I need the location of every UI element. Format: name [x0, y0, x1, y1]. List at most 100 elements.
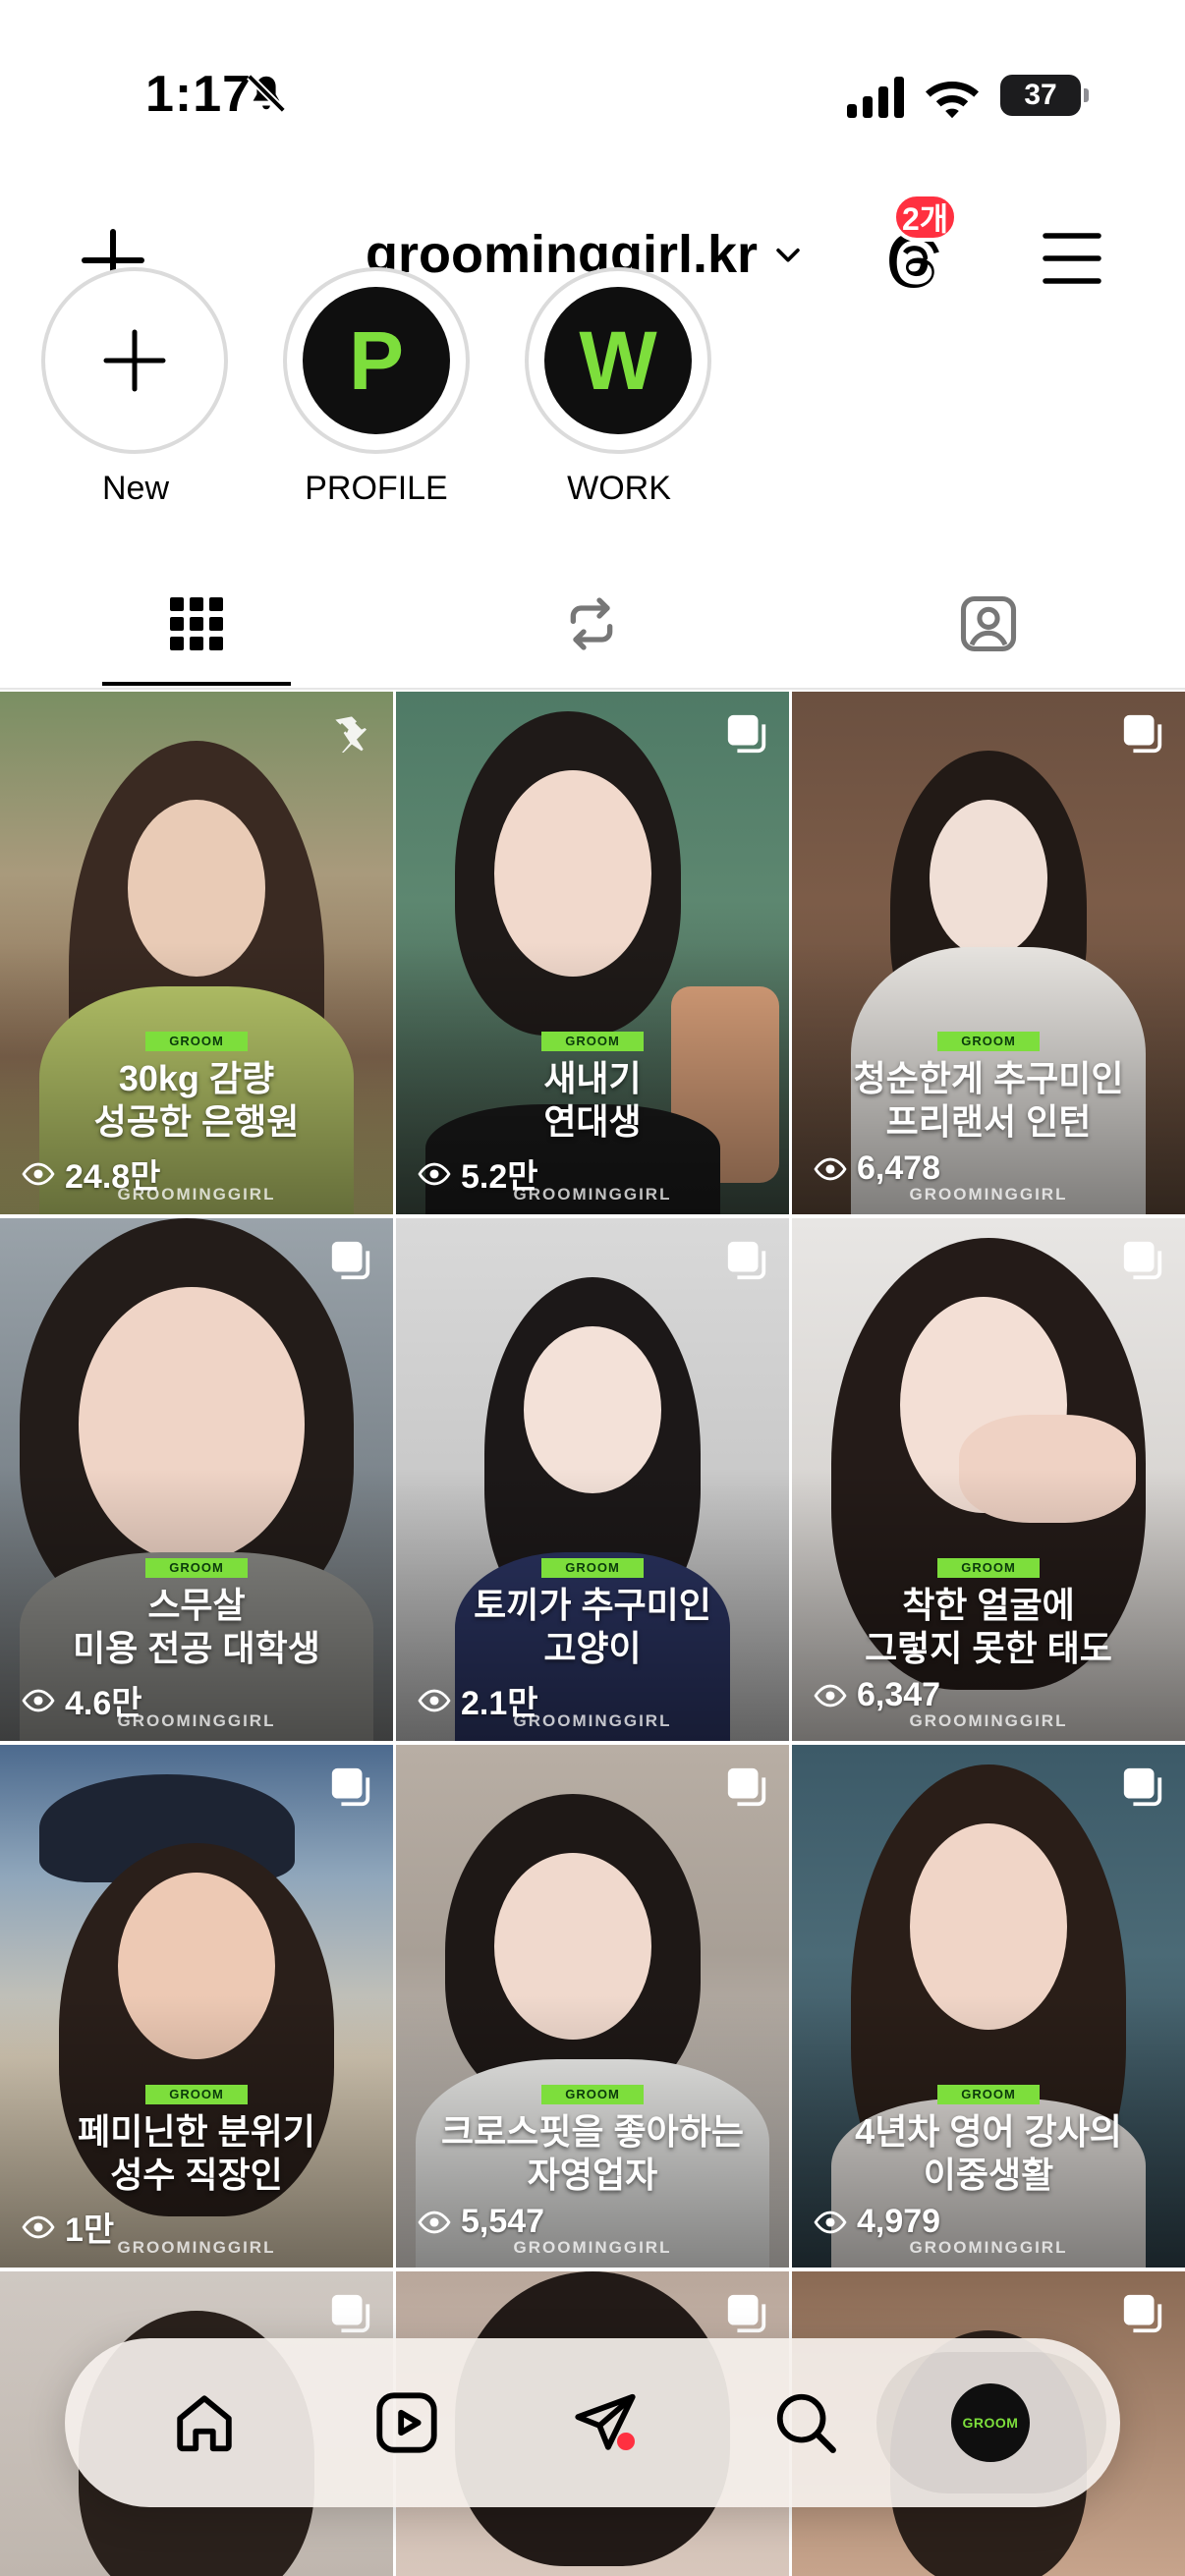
- view-count: 6,478: [814, 1149, 940, 1188]
- threads-notification-badge: 2개: [892, 193, 959, 242]
- view-count: 5,547: [418, 2203, 544, 2241]
- post-caption: 페미닌한 분위기 성수 직장인: [0, 2110, 393, 2197]
- caption-line: 연대생: [543, 1101, 642, 1142]
- carousel-icon: [727, 1241, 766, 1280]
- post-tile[interactable]: GROOM 착한 얼굴에 그렇지 못한 태도 6,347 GROOMINGGIRL: [792, 1218, 1185, 1741]
- eye-icon: [418, 2211, 451, 2233]
- eye-icon: [814, 1684, 847, 1707]
- grid-icon: [170, 597, 223, 650]
- caption-line: 성수 직장인: [110, 2155, 283, 2195]
- highlight-profile[interactable]: P: [283, 267, 470, 454]
- post-tile[interactable]: GROOM 크로스핏을 좋아하는 자영업자 5,547 GROOMINGGIRL: [396, 1745, 789, 2268]
- post-tile[interactable]: GROOM 새내기 연대생 5.2만 GROOMINGGIRL: [396, 692, 789, 1214]
- groom-tag: GROOM: [541, 1558, 644, 1578]
- post-tile[interactable]: GROOM 30kg 감량 성공한 은행원 24.8만 GROOMINGGIRL: [0, 692, 393, 1214]
- watermark: GROOMINGGIRL: [513, 1185, 672, 1204]
- active-tab-indicator: [102, 682, 291, 686]
- caption-line: 스무살: [147, 1585, 246, 1625]
- groom-tag: GROOM: [937, 1558, 1040, 1578]
- direct-unread-dot: [617, 2433, 635, 2450]
- carousel-icon: [331, 1241, 370, 1280]
- tab-posts-grid[interactable]: [98, 560, 295, 688]
- caption-line: 청순한게 추구미인: [853, 1058, 1124, 1098]
- groom-tag: GROOM: [937, 1032, 1040, 1051]
- carousel-icon: [1123, 2294, 1162, 2333]
- reels-icon: [376, 2392, 437, 2453]
- add-highlight-plus-icon: [103, 329, 166, 392]
- watermark: GROOMINGGIRL: [117, 1711, 276, 1730]
- groom-tag: GROOM: [541, 1032, 644, 1051]
- carousel-icon: [727, 714, 766, 754]
- caption-line: 크로스핏을 좋아하는: [440, 2111, 745, 2152]
- caption-line: 페미닌한 분위기: [78, 2111, 315, 2152]
- post-tile[interactable]: GROOM 스무살 미용 전공 대학생 4.6만 GROOMINGGIRL: [0, 1218, 393, 1741]
- post-caption: 4년차 영어 강사의 이중생활: [792, 2110, 1185, 2197]
- eye-icon: [814, 2211, 847, 2233]
- post-caption: 스무살 미용 전공 대학생: [0, 1584, 393, 1670]
- caption-line: 자영업자: [527, 2155, 658, 2195]
- caption-line: 이중생활: [923, 2155, 1054, 2195]
- menu-hamburger-icon[interactable]: [1042, 226, 1102, 291]
- post-tile[interactable]: GROOM 청순한게 추구미인 프리랜서 인턴 6,478 GROOMINGGIR…: [792, 692, 1185, 1214]
- search-icon: [776, 2393, 836, 2453]
- status-bar: 1:17 37: [0, 0, 1185, 187]
- groom-tag: GROOM: [145, 1558, 248, 1578]
- status-time: 1:17: [145, 66, 253, 123]
- view-count: 6,347: [814, 1676, 940, 1714]
- groom-tag: GROOM: [145, 2085, 248, 2104]
- post-tile[interactable]: GROOM 페미닌한 분위기 성수 직장인 1만 GROOMINGGIRL: [0, 1745, 393, 2268]
- watermark: GROOMINGGIRL: [117, 1185, 276, 1204]
- caption-line: 성공한 은행원: [93, 1101, 300, 1142]
- pin-icon: [335, 716, 367, 753]
- profile-content-tabs: [0, 560, 1185, 688]
- reposts-icon: [570, 597, 613, 650]
- caption-line: 토끼가 추구미인: [474, 1585, 711, 1625]
- watermark: GROOMINGGIRL: [909, 2238, 1068, 2257]
- nav-reels[interactable]: [356, 2372, 458, 2474]
- highlight-cover-p: P: [303, 287, 450, 434]
- eye-icon: [814, 1157, 847, 1180]
- post-caption: 새내기 연대생: [396, 1057, 789, 1144]
- battery-indicator: 37: [1000, 75, 1089, 116]
- nav-profile-avatar[interactable]: GROOM: [951, 2383, 1030, 2462]
- post-tile[interactable]: GROOM 토끼가 추구미인 고양이 2.1만 GROOMINGGIRL: [396, 1218, 789, 1741]
- home-icon: [177, 2395, 232, 2452]
- carousel-icon: [331, 1767, 370, 1807]
- photo-shape: [930, 800, 1047, 957]
- caption-line: 30kg 감량: [118, 1058, 275, 1098]
- groom-tag: GROOM: [541, 2085, 644, 2104]
- caption-line: 4년차 영어 강사의: [855, 2111, 1122, 2152]
- watermark: GROOMINGGIRL: [117, 2238, 276, 2257]
- tab-tagged[interactable]: [890, 560, 1087, 688]
- watermark: GROOMINGGIRL: [513, 2238, 672, 2257]
- view-count-value: 5,547: [461, 2203, 545, 2240]
- caption-line: 프리랜서 인턴: [885, 1101, 1092, 1142]
- view-count: 4,979: [814, 2203, 940, 2241]
- nav-home[interactable]: [153, 2372, 255, 2474]
- post-caption: 청순한게 추구미인 프리랜서 인턴: [792, 1057, 1185, 1144]
- caption-line: 착한 얼굴에: [902, 1585, 1075, 1625]
- post-tile[interactable]: GROOM 4년차 영어 강사의 이중생활 4,979 GROOMINGGIRL: [792, 1745, 1185, 2268]
- highlight-label-new: New: [101, 470, 170, 507]
- post-caption: 토끼가 추구미인 고양이: [396, 1584, 789, 1670]
- view-count-value: 4,979: [857, 2203, 941, 2240]
- watermark: GROOMINGGIRL: [513, 1711, 672, 1730]
- tab-reposts[interactable]: [493, 560, 690, 688]
- tagged-icon: [960, 595, 1017, 652]
- tabs-divider: [0, 688, 1185, 690]
- view-count-value: 6,478: [857, 1149, 941, 1187]
- highlight-work[interactable]: W: [525, 267, 711, 454]
- carousel-icon: [1123, 1241, 1162, 1280]
- highlight-label-profile: PROFILE: [305, 470, 448, 507]
- nav-search[interactable]: [755, 2372, 857, 2474]
- carousel-icon: [727, 1767, 766, 1807]
- watermark: GROOMINGGIRL: [909, 1185, 1068, 1204]
- groom-tag: GROOM: [937, 2085, 1040, 2104]
- post-caption: 크로스핏을 좋아하는 자영업자: [396, 2110, 789, 2197]
- cellular-signal-icon: [847, 77, 904, 118]
- nav-direct[interactable]: [554, 2372, 656, 2474]
- highlight-new[interactable]: [41, 267, 228, 454]
- carousel-icon: [331, 2294, 370, 2333]
- groom-tag: GROOM: [145, 1032, 248, 1051]
- caption-line: 미용 전공 대학생: [73, 1628, 320, 1668]
